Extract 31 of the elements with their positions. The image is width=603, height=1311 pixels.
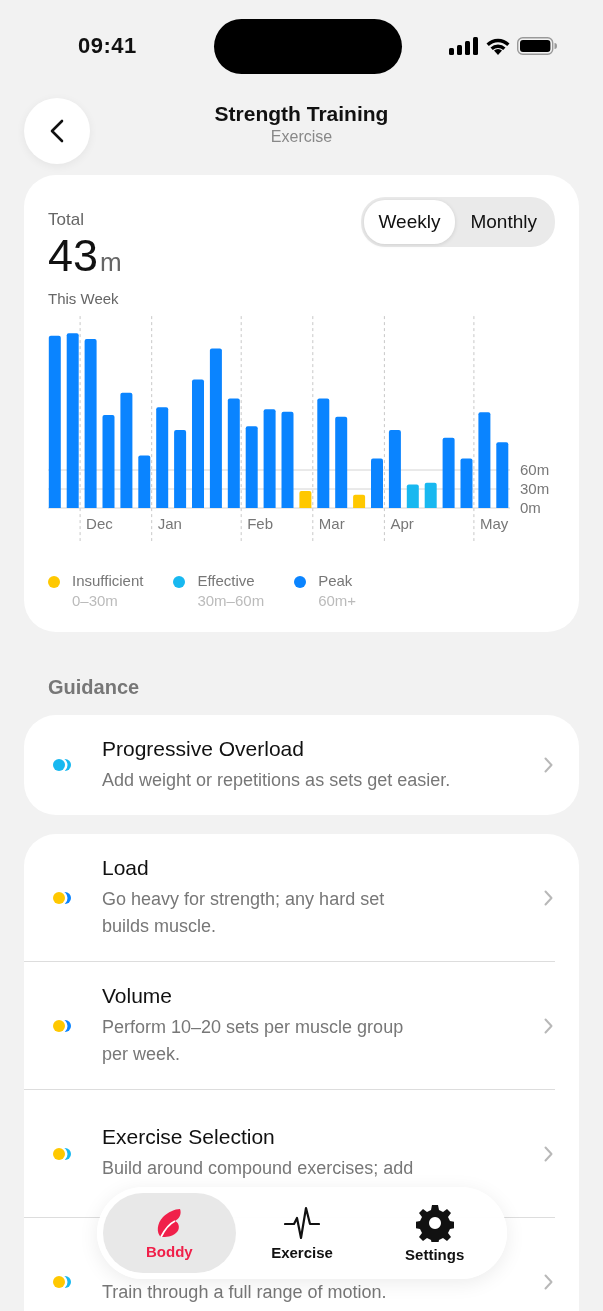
x-axis-label: Mar [318,515,345,532]
x-axis-label: Apr [390,515,414,532]
y-axis-label: 30m [520,480,550,497]
guidance-title: Progressive Overload [102,736,305,761]
legend-range: 60m+ [318,592,357,609]
x-axis-label: Jan [157,515,182,532]
total-value: 43m [48,232,122,283]
page-title: Strength Training [214,102,389,126]
guidance-description: Build around compound exercises; add [102,1157,415,1180]
guidance-description: Go heavy for strength; any hard set builds muscle. [102,887,386,938]
section-heading: Guidance [48,676,141,699]
y-axis-label: 0m [520,499,541,516]
x-axis-label: Feb [247,515,274,532]
legend-label: Insufficient [72,572,144,589]
x-axis-label: May [479,515,509,532]
legend-range: 0–30m [72,592,119,609]
guidance-description: Train through a full range of motion. [102,1280,388,1304]
total-label: Total [48,210,85,230]
legend-label: Effective [197,572,256,589]
status-time: 09:41 [78,33,137,59]
guidance-description: Add weight or repetitions as sets get easier. [102,768,452,792]
page-subtitle: Exercise [269,128,334,146]
period-label: This Week [48,290,120,307]
guidance-description: Perform 10–20 sets per muscle group per week. [102,1015,405,1066]
guidance-title: Exercise Selection [102,1125,276,1149]
y-axis-label: 60m [520,461,550,478]
guidance-title: Volume [102,983,174,1008]
guidance-title: Load [102,855,150,880]
x-axis-label: Dec [86,515,113,532]
legend-label: Peak [318,572,354,589]
legend-range: 30m–60m [197,592,265,609]
